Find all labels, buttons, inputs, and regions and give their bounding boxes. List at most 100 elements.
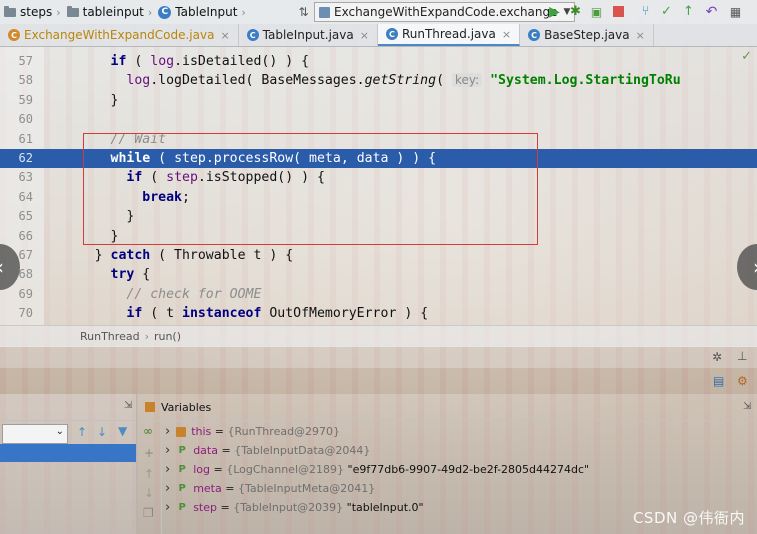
copy-icon[interactable]: ❐ bbox=[143, 506, 154, 520]
variable-row[interactable]: › Pdata = {TableInputData@2044} bbox=[165, 441, 370, 460]
stop-icon[interactable] bbox=[610, 3, 627, 20]
code-text: try { bbox=[47, 265, 151, 284]
expand-arrow-icon[interactable]: › bbox=[165, 443, 170, 458]
code-line[interactable]: 68 try { bbox=[0, 265, 757, 284]
parameter-icon: P bbox=[178, 483, 186, 494]
hide-icon[interactable]: ⊥ bbox=[737, 349, 747, 363]
panel-options-icon[interactable]: ⇲ bbox=[124, 400, 132, 411]
settings-layout-icon[interactable]: ⚙ bbox=[737, 374, 748, 388]
revert-icon[interactable]: ↶ bbox=[703, 3, 720, 20]
thread-select[interactable]: ⌄ bbox=[2, 424, 68, 444]
code-token: log bbox=[150, 54, 175, 69]
variable-row[interactable]: › Plog = {LogChannel@2189} "e9f77db6-9907… bbox=[165, 460, 589, 479]
code-line[interactable]: 69 // check for OOME bbox=[0, 285, 757, 304]
arrow-up-icon[interactable]: ↑ bbox=[77, 425, 87, 439]
arrow-down-icon[interactable]: ↓ bbox=[97, 425, 107, 439]
nav-crumb-label: tableinput bbox=[82, 5, 144, 19]
breadcrumb-method[interactable]: run() bbox=[154, 330, 181, 343]
tab-runthread[interactable]: C RunThread.java × bbox=[377, 24, 521, 46]
nav-crumb-label: steps bbox=[20, 5, 53, 19]
new-watch-icon[interactable]: + bbox=[144, 446, 154, 460]
line-number: 61 bbox=[18, 131, 33, 146]
code-text: break; bbox=[47, 188, 190, 207]
tab-exchange-with-expand-code[interactable]: C ExchangeWithExpandCode.java × bbox=[0, 24, 239, 46]
run-configuration-select[interactable]: ExchangeWithExpandCode.exchange ▼ bbox=[314, 2, 576, 22]
parameter-hint: key: bbox=[451, 73, 483, 88]
variable-equals: = bbox=[209, 463, 227, 476]
close-icon[interactable]: × bbox=[636, 29, 645, 42]
line-number: 59 bbox=[18, 92, 33, 107]
code-token: getString bbox=[364, 73, 437, 89]
code-line[interactable]: 66 } bbox=[0, 227, 757, 246]
code-editor[interactable]: 57 if ( log.isDetailed() ) {58 log.logDe… bbox=[0, 47, 757, 325]
code-line[interactable]: 63 if ( step.isStopped() ) { bbox=[0, 168, 757, 187]
code-line[interactable]: 64 break; bbox=[0, 188, 757, 207]
tab-tableinput[interactable]: C TableInput.java × bbox=[239, 24, 378, 46]
code-token: catch bbox=[110, 248, 151, 263]
close-icon[interactable]: × bbox=[220, 29, 229, 42]
expand-arrow-icon[interactable]: › bbox=[165, 481, 170, 496]
coverage-icon[interactable]: ▣ bbox=[588, 3, 605, 20]
vcs-history-icon[interactable]: ↑ bbox=[680, 3, 697, 20]
nav-crumb-class[interactable]: C TableInput › bbox=[154, 5, 248, 19]
expand-arrow-icon[interactable]: › bbox=[165, 424, 170, 439]
code-token: } bbox=[47, 248, 111, 263]
filter-icon[interactable]: ▼ bbox=[118, 424, 127, 438]
selected-frame[interactable] bbox=[0, 444, 136, 462]
line-number: 58 bbox=[18, 73, 33, 88]
variable-equals: = bbox=[211, 425, 228, 438]
variable-row[interactable]: › Pmeta = {TableInputMeta@2041} bbox=[165, 479, 375, 498]
gear-icon[interactable]: ✲ bbox=[712, 350, 722, 364]
code-line[interactable]: 58 log.logDetailed( BaseMessages.getStri… bbox=[0, 71, 757, 90]
variable-equals: = bbox=[221, 482, 238, 495]
sort-icon[interactable]: ⇅ bbox=[295, 3, 312, 20]
class-icon: C bbox=[528, 29, 541, 41]
chevron-right-icon: › bbox=[144, 330, 149, 343]
code-line[interactable]: 60 bbox=[0, 110, 757, 129]
restore-layout-icon[interactable]: ▤ bbox=[713, 374, 724, 388]
nav-crumb-tableinput[interactable]: tableinput › bbox=[63, 5, 155, 19]
code-line[interactable]: 70 if ( t instanceof OutOfMemoryError ) … bbox=[0, 304, 757, 323]
code-token: ( t bbox=[142, 306, 182, 322]
close-icon[interactable]: × bbox=[502, 28, 511, 41]
panel-options-icon[interactable]: ⇲ bbox=[743, 401, 751, 412]
nav-crumb-steps[interactable]: steps › bbox=[0, 5, 63, 19]
code-token: ( bbox=[436, 73, 452, 89]
code-token: try bbox=[110, 267, 135, 283]
variable-row[interactable]: › Pstep = {TableInput@2039} "tableInput.0… bbox=[165, 498, 424, 517]
code-line-current[interactable]: 62 while ( step.processRow( meta, data )… bbox=[0, 149, 757, 168]
expand-arrow-icon[interactable]: › bbox=[165, 462, 170, 477]
code-line[interactable]: 65 } bbox=[0, 207, 757, 226]
parameter-icon: P bbox=[178, 445, 186, 456]
code-token: .isStopped() ) { bbox=[197, 170, 325, 186]
code-line[interactable]: 57 if ( log.isDetailed() ) { bbox=[0, 52, 757, 71]
code-token: meta bbox=[309, 151, 341, 166]
line-number: 65 bbox=[18, 209, 33, 224]
tab-label: TableInput.java bbox=[262, 28, 354, 42]
code-line[interactable]: 59 } bbox=[0, 91, 757, 110]
variable-row[interactable]: › this = {RunThread@2970} bbox=[165, 422, 340, 441]
expand-arrow-icon[interactable]: › bbox=[165, 500, 170, 515]
code-line[interactable]: 67 } catch ( Throwable t ) { bbox=[0, 246, 757, 265]
code-token: break bbox=[142, 189, 182, 205]
breadcrumb-class[interactable]: RunThread bbox=[80, 330, 140, 343]
run-icon[interactable]: ▶ bbox=[546, 3, 563, 20]
tab-basestep[interactable]: C BaseStep.java × bbox=[520, 24, 654, 46]
evaluate-icon[interactable]: ∞ bbox=[143, 424, 153, 438]
move-down-icon[interactable]: ↓ bbox=[144, 486, 154, 500]
move-up-icon[interactable]: ↑ bbox=[144, 467, 154, 481]
chevron-right-icon: › bbox=[147, 5, 153, 19]
vcs-update-icon[interactable]: ⑂ bbox=[637, 3, 654, 20]
project-structure-icon[interactable]: ▦ bbox=[727, 3, 744, 20]
close-icon[interactable]: × bbox=[360, 29, 369, 42]
debug-icon[interactable]: ✱ bbox=[567, 3, 584, 20]
vcs-commit-icon[interactable]: ✓ bbox=[658, 3, 675, 20]
code-token: .isDetailed() ) { bbox=[174, 54, 310, 69]
code-line[interactable]: 61 // Wait bbox=[0, 130, 757, 149]
code-token: } bbox=[47, 92, 119, 108]
